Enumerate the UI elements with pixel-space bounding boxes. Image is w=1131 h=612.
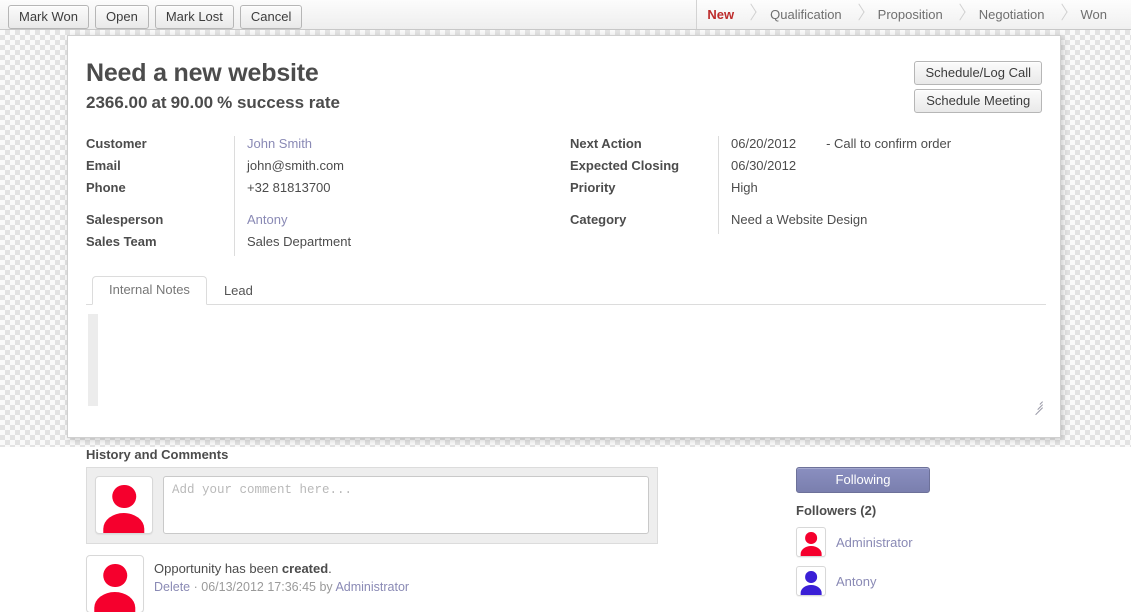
avatar <box>86 555 144 612</box>
comment-composer <box>86 467 658 544</box>
mark-won-button[interactable]: Mark Won <box>8 5 89 29</box>
stage-item-proposition[interactable]: Proposition <box>868 0 953 29</box>
stage-item-new[interactable]: New <box>697 0 744 29</box>
history-message: Opportunity has been created. <box>154 559 409 578</box>
stage-item-negotiation[interactable]: Negotiation <box>969 0 1055 29</box>
open-button[interactable]: Open <box>95 5 149 29</box>
list-item: Opportunity has been created. Delete · 0… <box>86 555 658 612</box>
follower-name-administrator[interactable]: Administrator <box>836 535 913 550</box>
history-author-link[interactable]: Administrator <box>335 580 409 594</box>
expected-revenue-value: 2366.00 <box>86 93 148 112</box>
field-row-expected-closing: Expected Closing 06/30/2012 <box>570 158 1042 180</box>
field-row-customer: Customer John Smith <box>86 136 564 158</box>
following-toggle-button[interactable]: Following <box>796 467 930 493</box>
field-value-phone: +32 81813700 <box>234 180 564 202</box>
delete-link[interactable]: Delete <box>154 580 190 594</box>
field-row-phone: Phone +32 81813700 <box>86 180 564 202</box>
opportunity-form-card: Need a new website 2366.00 at 90.00% succe… <box>67 35 1061 438</box>
internal-notes-textarea[interactable] <box>104 314 1046 410</box>
field-group-spacer <box>570 202 1042 212</box>
field-label-category: Category <box>570 212 627 227</box>
history-message-prefix: Opportunity has been <box>154 561 282 576</box>
chevron-right-icon <box>953 0 969 29</box>
comment-input[interactable] <box>163 476 649 534</box>
field-value-next-action: 06/20/2012 - Call to confirm order <box>718 136 1042 158</box>
field-row-salesperson: Salesperson Antony <box>86 212 564 234</box>
history-section-title: History and Comments <box>86 447 229 462</box>
salesperson-link[interactable]: Antony <box>247 212 287 227</box>
stage-item-won[interactable]: Won <box>1071 0 1118 29</box>
field-group-left: Customer John Smith Email john@smith.com… <box>86 136 564 256</box>
avatar <box>796 566 826 596</box>
field-value-category: Need a Website Design <box>718 212 1042 234</box>
field-label-email: Email <box>86 158 121 173</box>
history-message-action: created <box>281 561 329 576</box>
field-row-category: Category Need a Website Design <box>570 212 1042 234</box>
probability-value: 90.00 <box>170 93 214 112</box>
page-title: Need a new website <box>86 59 319 87</box>
internal-notes-panel <box>86 314 1046 416</box>
record-subtitle: 2366.00 at 90.00% success rate <box>86 92 344 114</box>
followers-panel: Following Followers (2) Administrator An… <box>796 467 1036 596</box>
field-label-phone: Phone <box>86 180 126 195</box>
followers-count-label: Followers (2) <box>796 503 877 518</box>
next-action-date: 06/20/2012 <box>731 136 797 151</box>
avatar <box>796 527 826 557</box>
action-button-group: Mark Won Open Mark Lost Cancel <box>8 5 303 29</box>
field-label-next-action: Next Action <box>570 136 642 151</box>
field-row-email: Email john@smith.com <box>86 158 564 180</box>
mark-lost-button[interactable]: Mark Lost <box>154 5 234 29</box>
list-item[interactable]: Administrator <box>796 527 1036 557</box>
stage-breadcrumb: New Qualification Proposition Negotiatio… <box>696 0 1131 29</box>
schedule-meeting-button[interactable]: Schedule Meeting <box>914 89 1042 113</box>
chatter-area: History and Comments Opportunity has bee… <box>0 447 1131 612</box>
field-row-priority: Priority High <box>570 180 1042 202</box>
at-word: at <box>151 93 167 112</box>
list-item[interactable]: Antony <box>796 566 1036 596</box>
avatar <box>95 476 153 534</box>
chevron-right-icon <box>744 0 760 29</box>
history-timestamp: 06/13/2012 17:36:45 by <box>201 580 333 594</box>
follower-name-antony[interactable]: Antony <box>836 574 876 589</box>
history-message-suffix: . <box>328 561 332 576</box>
tab-strip: Internal Notes Lead <box>86 276 1046 305</box>
field-label-expected-closing: Expected Closing <box>570 158 680 173</box>
record-heading: Need a new website 2366.00 at 90.00% succe… <box>86 58 344 114</box>
field-group-right: Next Action 06/20/2012 - Call to confirm … <box>564 136 1042 256</box>
tab-internal-notes[interactable]: Internal Notes <box>92 276 207 305</box>
field-value-email: john@smith.com <box>234 158 564 180</box>
success-rate-suffix: % success rate <box>217 93 340 112</box>
field-groups: Customer John Smith Email john@smith.com… <box>86 136 1042 256</box>
top-toolbar: Mark Won Open Mark Lost Cancel New Quali… <box>0 0 1131 30</box>
chevron-right-icon <box>1055 0 1071 29</box>
field-label-sales-team: Sales Team <box>86 234 157 249</box>
notebook: Internal Notes Lead <box>86 276 1046 416</box>
field-value-sales-team: Sales Department <box>234 234 564 256</box>
resize-handle-icon[interactable] <box>1032 397 1044 416</box>
field-row-next-action: Next Action 06/20/2012 - Call to confirm … <box>570 136 1042 158</box>
schedule-log-call-button[interactable]: Schedule/Log Call <box>914 61 1042 85</box>
field-row-sales-team: Sales Team Sales Department <box>86 234 564 256</box>
meta-separator: · <box>193 580 198 594</box>
notes-gutter <box>88 314 98 406</box>
header-action-buttons: Schedule/Log Call Schedule Meeting <box>914 61 1042 113</box>
field-value-customer: John Smith <box>234 136 564 158</box>
cancel-button[interactable]: Cancel <box>239 5 303 29</box>
field-value-priority: High <box>718 180 1042 202</box>
field-value-expected-closing: 06/30/2012 <box>718 158 1042 180</box>
app-root: Mark Won Open Mark Lost Cancel New Quali… <box>0 0 1131 612</box>
next-action-note: - Call to confirm order <box>826 136 952 151</box>
history-meta: Delete · 06/13/2012 17:36:45 by Administ… <box>154 578 409 597</box>
stage-item-qualification[interactable]: Qualification <box>760 0 852 29</box>
field-group-spacer <box>86 202 564 212</box>
field-value-salesperson: Antony <box>234 212 564 234</box>
field-label-priority: Priority <box>570 180 616 195</box>
field-label-customer: Customer <box>86 136 147 151</box>
field-label-salesperson: Salesperson <box>86 212 164 227</box>
customer-link[interactable]: John Smith <box>247 136 312 151</box>
tab-lead[interactable]: Lead <box>207 277 270 305</box>
chevron-right-icon <box>852 0 868 29</box>
